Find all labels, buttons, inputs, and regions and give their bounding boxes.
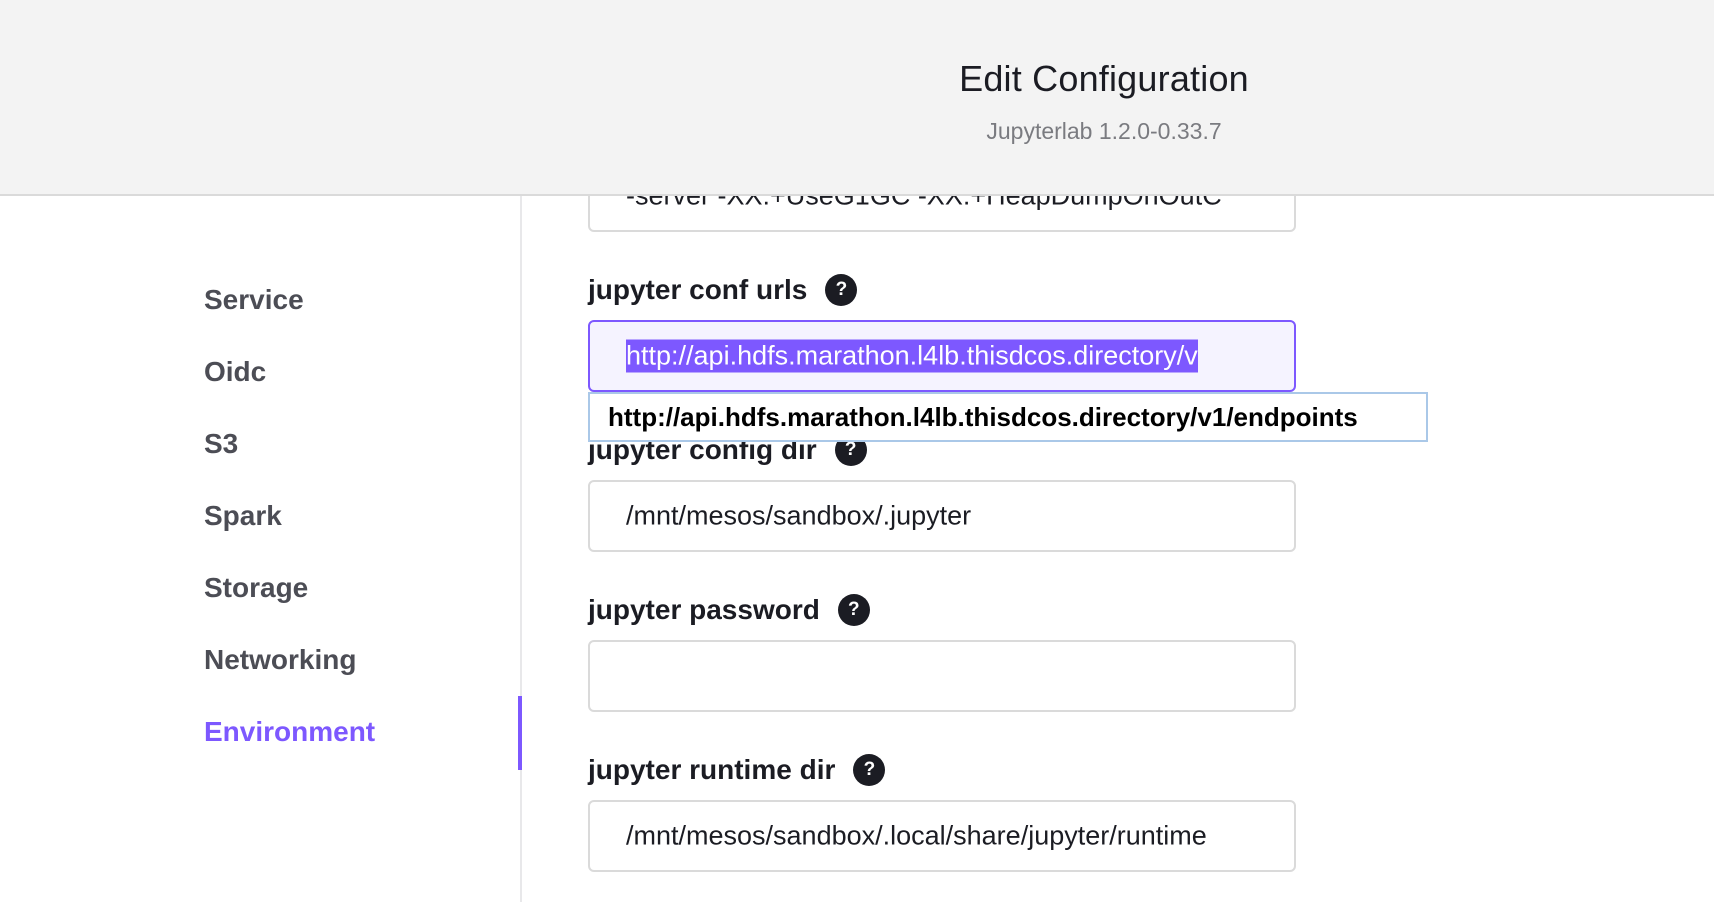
config-dir-input[interactable]: /mnt/mesos/sandbox/.jupyter (588, 480, 1296, 552)
form-content[interactable]: -server -XX:+UseG1GC -XX:+HeapDumpOnOutC… (522, 196, 1714, 902)
config-dir-value: /mnt/mesos/sandbox/.jupyter (626, 500, 972, 531)
page-subtitle: Jupyterlab 1.2.0-0.33.7 (986, 118, 1222, 144)
sidebar-item-service[interactable]: Service (204, 284, 304, 316)
modal-header: Edit Configuration Jupyterlab 1.2.0-0.33… (0, 0, 1714, 196)
sidebar-nav: Service Oidc S3 Spark Storage Networking… (0, 196, 522, 902)
help-icon[interactable]: ? (825, 274, 858, 306)
help-icon[interactable]: ? (837, 594, 870, 626)
runtime-dir-value: /mnt/mesos/sandbox/.local/share/jupyter/… (626, 820, 1207, 851)
autocomplete-suggestion[interactable]: http://api.hdfs.marathon.l4lb.thisdcos.d… (588, 392, 1428, 442)
runtime-dir-label: jupyter runtime dir ? (588, 754, 886, 786)
conf-urls-label: jupyter conf urls ? (588, 274, 858, 306)
conf-urls-input[interactable]: http://api.hdfs.marathon.l4lb.thisdcos.d… (588, 320, 1296, 392)
sidebar-item-s3[interactable]: S3 (204, 428, 238, 460)
password-label-text: jupyter password (588, 594, 820, 625)
page-title: Edit Configuration (959, 58, 1249, 99)
password-label: jupyter password ? (588, 594, 870, 626)
sidebar-item-environment[interactable]: Environment (204, 716, 375, 748)
runtime-dir-label-text: jupyter runtime dir (588, 754, 836, 785)
sidebar-item-oidc[interactable]: Oidc (204, 356, 266, 388)
help-icon[interactable]: ? (853, 754, 886, 786)
jvm-opts-input[interactable]: -server -XX:+UseG1GC -XX:+HeapDumpOnOutC (588, 196, 1296, 232)
sidebar-item-networking[interactable]: Networking (204, 644, 356, 676)
sidebar-item-spark[interactable]: Spark (204, 500, 282, 532)
conf-urls-label-text: jupyter conf urls (588, 274, 808, 305)
password-input[interactable] (588, 640, 1296, 712)
runtime-dir-input[interactable]: /mnt/mesos/sandbox/.local/share/jupyter/… (588, 800, 1296, 872)
conf-urls-value: http://api.hdfs.marathon.l4lb.thisdcos.d… (626, 339, 1198, 373)
jvm-opts-value: -server -XX:+UseG1GC -XX:+HeapDumpOnOutC (626, 196, 1222, 212)
sidebar-item-storage[interactable]: Storage (204, 572, 308, 604)
